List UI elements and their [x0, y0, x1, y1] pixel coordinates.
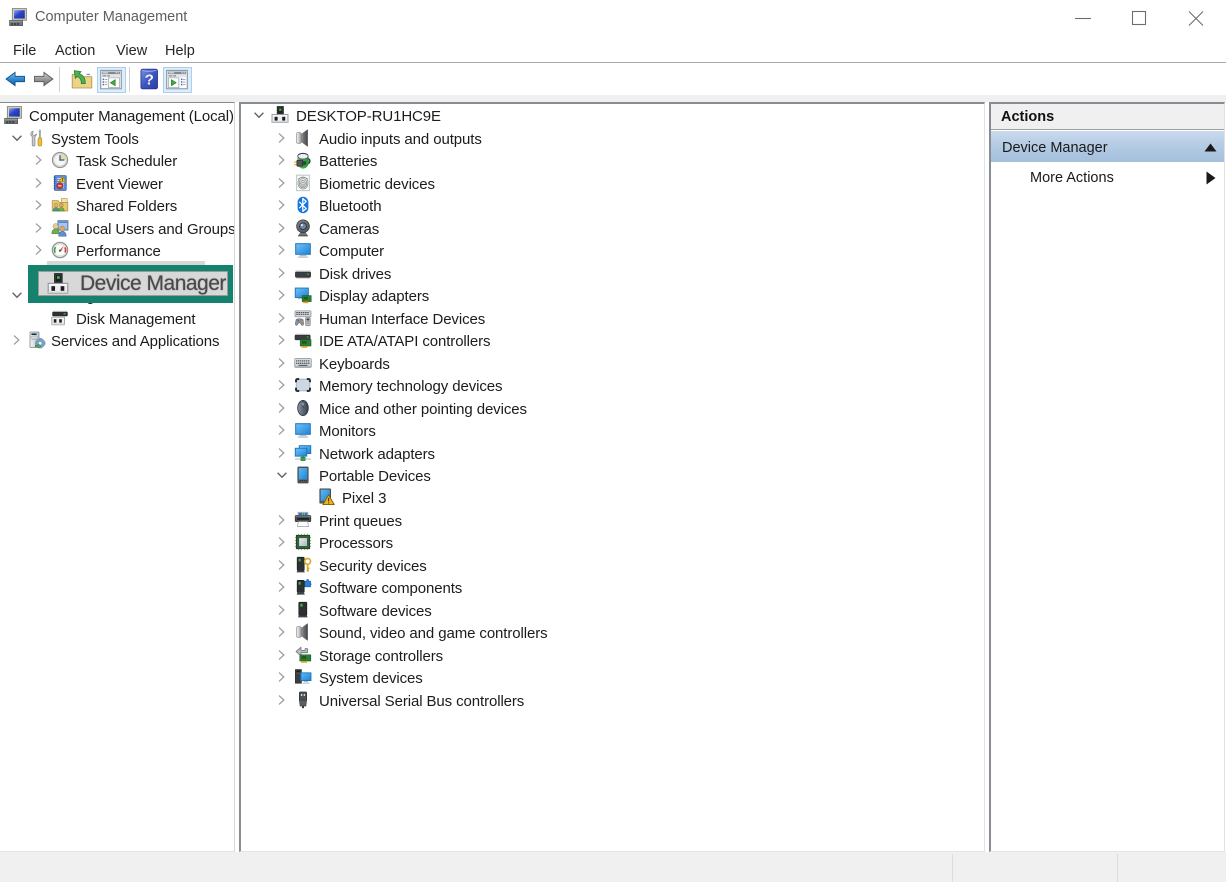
svg-text:?: ? [145, 71, 154, 88]
